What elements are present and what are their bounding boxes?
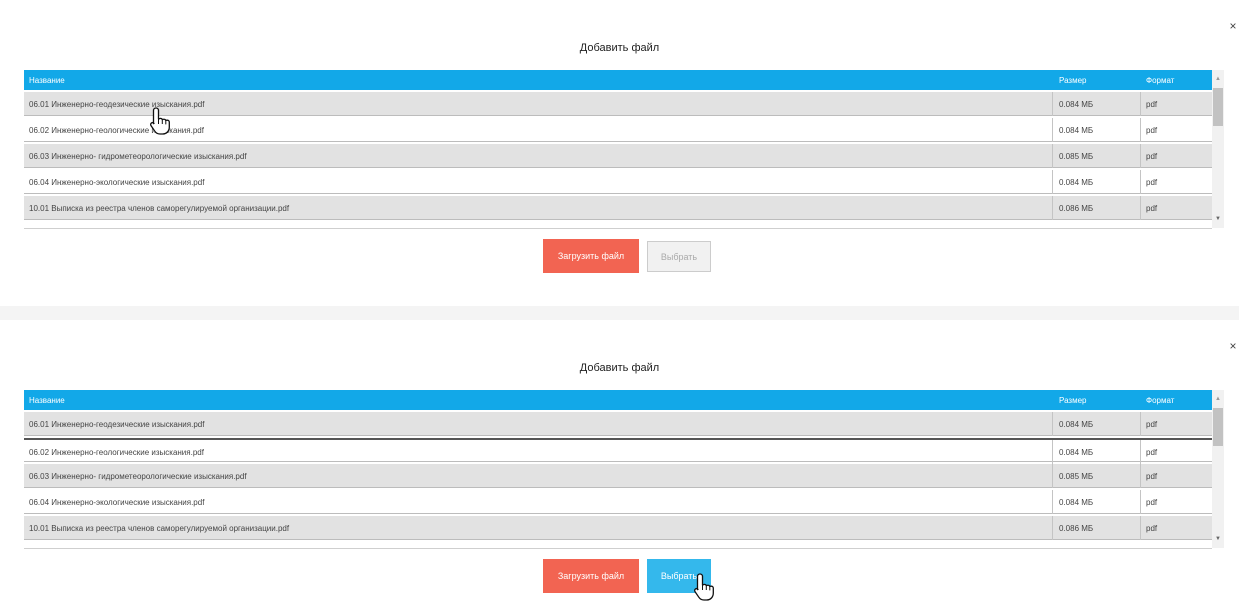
file-size: 0.085 МБ xyxy=(1059,152,1094,161)
file-table: Название Размер Формат 06.01 Инженерно-г… xyxy=(24,70,1212,229)
close-icon[interactable]: × xyxy=(1227,18,1239,34)
select-button[interactable]: Выбрать xyxy=(647,241,711,272)
file-format: pdf xyxy=(1146,524,1158,533)
file-format: pdf xyxy=(1146,152,1158,161)
upload-file-button[interactable]: Загрузить файл xyxy=(543,559,639,593)
column-header-format[interactable]: Формат xyxy=(1146,396,1174,405)
file-format: pdf xyxy=(1146,126,1158,135)
table-row-selected[interactable]: 06.02 Инженерно-геологические изыскания.… xyxy=(24,438,1212,464)
file-format: pdf xyxy=(1146,420,1158,429)
file-size: 0.084 МБ xyxy=(1059,100,1094,109)
table-row[interactable]: 06.02 Инженерно-геологические изыскания.… xyxy=(24,118,1212,142)
scroll-thumb[interactable] xyxy=(1213,408,1223,446)
file-name: 06.01 Инженерно-геодезические изыскания.… xyxy=(29,420,205,429)
file-format: pdf xyxy=(1146,100,1158,109)
file-name: 06.04 Инженерно-экологические изыскания.… xyxy=(29,178,205,187)
close-icon[interactable]: × xyxy=(1227,338,1239,354)
table-row[interactable]: 06.03 Инженерно- гидрометеорологические … xyxy=(24,144,1212,168)
table-row[interactable]: 06.03 Инженерно- гидрометеорологические … xyxy=(24,464,1212,488)
table-row[interactable]: 06.04 Инженерно-экологические изыскания.… xyxy=(24,490,1212,514)
file-format: pdf xyxy=(1146,472,1158,481)
file-size: 0.086 МБ xyxy=(1059,204,1094,213)
scroll-up-icon[interactable]: ▲ xyxy=(1215,76,1221,82)
scroll-thumb[interactable] xyxy=(1213,88,1223,126)
file-name: 06.03 Инженерно- гидрометеорологические … xyxy=(29,152,247,161)
file-name: 06.04 Инженерно-экологические изыскания.… xyxy=(29,498,205,507)
table-row[interactable]: 10.01 Выписка из реестра членов саморегу… xyxy=(24,516,1212,540)
add-file-dialog-2: × Добавить файл Название Размер Формат 0… xyxy=(0,320,1239,616)
file-format: pdf xyxy=(1146,204,1158,213)
file-size: 0.084 МБ xyxy=(1059,420,1094,429)
table-header: Название Размер Формат xyxy=(24,390,1212,410)
file-name: 06.01 Инженерно-геодезические изыскания.… xyxy=(29,100,205,109)
file-size: 0.085 МБ xyxy=(1059,472,1094,481)
table-row[interactable]: 10.01 Выписка из реестра членов саморегу… xyxy=(24,196,1212,220)
add-file-dialog-1: × Добавить файл Название Размер Формат 0… xyxy=(0,0,1239,306)
file-name: 06.02 Инженерно-геологические изыскания.… xyxy=(29,126,204,135)
file-format: pdf xyxy=(1146,178,1158,187)
file-table: Название Размер Формат 06.01 Инженерно-г… xyxy=(24,390,1212,549)
hand-pointer-icon xyxy=(150,107,170,135)
file-name: 06.02 Инженерно-геологические изыскания.… xyxy=(29,448,204,457)
column-header-name[interactable]: Название xyxy=(29,76,65,85)
file-name: 10.01 Выписка из реестра членов саморегу… xyxy=(29,204,290,213)
table-scrollbar[interactable]: ▲ ▼ xyxy=(1212,70,1224,228)
dialog-title: Добавить файл xyxy=(579,42,660,54)
scroll-down-icon[interactable]: ▼ xyxy=(1215,536,1221,542)
column-header-size[interactable]: Размер xyxy=(1059,76,1087,85)
file-format: pdf xyxy=(1146,448,1158,457)
scroll-up-icon[interactable]: ▲ xyxy=(1215,396,1221,402)
scroll-down-icon[interactable]: ▼ xyxy=(1215,216,1221,222)
file-name: 10.01 Выписка из реестра членов саморегу… xyxy=(29,524,290,533)
file-size: 0.084 МБ xyxy=(1059,448,1094,457)
table-row[interactable]: 06.01 Инженерно-геодезические изыскания.… xyxy=(24,412,1212,436)
table-row[interactable]: 06.04 Инженерно-экологические изыскания.… xyxy=(24,170,1212,194)
table-header: Название Размер Формат xyxy=(24,70,1212,90)
column-header-format[interactable]: Формат xyxy=(1146,76,1174,85)
dialog-separator xyxy=(0,306,1239,320)
file-format: pdf xyxy=(1146,498,1158,507)
column-header-name[interactable]: Название xyxy=(29,396,65,405)
file-size: 0.086 МБ xyxy=(1059,524,1094,533)
hand-pointer-icon xyxy=(694,573,714,601)
upload-file-button[interactable]: Загрузить файл xyxy=(543,239,639,273)
table-scrollbar[interactable]: ▲ ▼ xyxy=(1212,390,1224,548)
column-header-size[interactable]: Размер xyxy=(1059,396,1087,405)
file-size: 0.084 МБ xyxy=(1059,178,1094,187)
table-row[interactable]: 06.01 Инженерно-геодезические изыскания.… xyxy=(24,92,1212,116)
file-size: 0.084 МБ xyxy=(1059,126,1094,135)
file-name: 06.03 Инженерно- гидрометеорологические … xyxy=(29,472,247,481)
dialog-title: Добавить файл xyxy=(579,362,660,374)
file-size: 0.084 МБ xyxy=(1059,498,1094,507)
